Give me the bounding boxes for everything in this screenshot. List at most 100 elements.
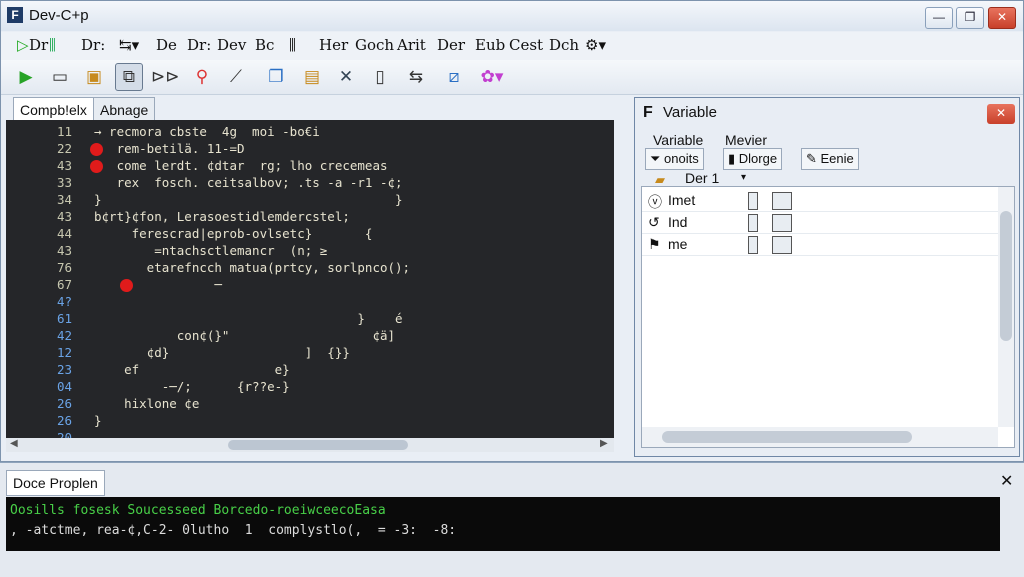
pin-icon[interactable]: ⚲	[189, 64, 215, 90]
dialog-button[interactable]: ▮ Dlorge	[723, 148, 783, 170]
code-line[interactable]: }	[94, 413, 102, 428]
tree-horizontal-scrollbar[interactable]	[642, 427, 998, 447]
code-area[interactable]: → recmora cbste 4g moi -bo€i rem-betilä.…	[90, 120, 610, 440]
save-icon: ▮	[728, 151, 739, 166]
copy-icon[interactable]: ❐	[263, 64, 289, 90]
magic-icon[interactable]: ⟋	[223, 64, 249, 90]
scroll-thumb[interactable]	[228, 440, 408, 450]
line-number: 42	[56, 328, 72, 343]
paste-icon[interactable]: ▤	[299, 64, 325, 90]
line-number: 22	[56, 141, 72, 156]
scroll-left-icon[interactable]: ◀	[10, 438, 18, 449]
tree-row[interactable]: ⓥ Imet	[642, 189, 998, 212]
breakpoint-icon[interactable]	[90, 160, 103, 173]
menu-item-7[interactable]: Her	[319, 36, 348, 54]
pin-icon: ⚑	[648, 236, 661, 252]
variable-window-title: Variable	[663, 104, 717, 121]
minimize-button[interactable]: —	[925, 7, 953, 29]
tree-row[interactable]: ↺ Ind	[642, 211, 998, 234]
line-number: 26	[56, 413, 72, 428]
breakpoint-icon[interactable]	[90, 143, 103, 156]
menu-icon-run[interactable]: ▷	[17, 36, 29, 54]
refresh-icon: ↺	[648, 214, 660, 230]
code-line[interactable]: =ntachsctlemancr (n; ≥	[94, 243, 327, 258]
scroll-right-icon[interactable]: ▶	[600, 438, 608, 449]
menu-bar: ▷ Dr ⫼ Dr: ↹▾ De Dr: Dev Bc ⫼ Her Goch A…	[1, 32, 1023, 60]
code-line[interactable]: etarefncch matua(prtcy, sorlpnco();	[94, 260, 410, 275]
code-line[interactable]: rex fosch. ceitsalbov; .ts -a -r1 -¢;	[94, 175, 403, 190]
menu-icon-swap[interactable]: ↹▾	[119, 36, 139, 54]
new-file-icon[interactable]: ▯	[367, 64, 393, 90]
menu-item-9[interactable]: Arit	[397, 36, 426, 54]
viewer-label: Mevier	[725, 132, 768, 148]
tree-row-label: Imet	[668, 192, 696, 208]
tree-dropdown-icon[interactable]: ▾	[741, 172, 746, 183]
menu-item-12[interactable]: Cest	[509, 36, 543, 54]
tab-compile[interactable]: Compb!elx	[13, 97, 94, 122]
console-line: , -atctme, rea-¢,C-2- 0lutho 1 complystl…	[10, 523, 457, 538]
console-output: Oosills fosesk Soucesseed Borcedo-roeiwc…	[6, 497, 1000, 551]
colors-icon[interactable]: ✿▾	[479, 64, 505, 90]
menu-item-10[interactable]: Der	[437, 36, 465, 54]
menu-item-8[interactable]: Goch	[355, 36, 394, 54]
step-over-icon[interactable]: ⊳⊳	[151, 64, 180, 90]
grid-box	[772, 236, 792, 254]
variable-label: Variable	[653, 132, 704, 148]
menu-item-4[interactable]: Dr:	[187, 36, 211, 54]
menu-item-5[interactable]: Dev	[217, 36, 246, 54]
code-line[interactable]: rem-betilä. 11-=D	[94, 141, 245, 156]
code-line[interactable]: } é	[94, 311, 402, 326]
vertical-scrollbar[interactable]	[998, 187, 1014, 427]
compile-icon[interactable]: ⇆	[403, 64, 429, 90]
vertical-scroll-thumb[interactable]	[1000, 211, 1012, 341]
stop-icon[interactable]: ✕	[333, 64, 359, 90]
info-icon: ⓥ	[648, 194, 662, 210]
code-line[interactable]: ef e}	[94, 362, 290, 377]
close-button[interactable]: ✕	[988, 7, 1016, 29]
open-icon[interactable]: ▣	[81, 64, 107, 90]
debug-window-icon[interactable]: ⧉	[115, 63, 143, 91]
filter-icon: ⏷	[650, 151, 665, 166]
app-icon: F	[7, 7, 23, 23]
bottom-panel: Doce Proplen ✕ Oosills fosesk Soucesseed…	[0, 462, 1024, 577]
tab-manage[interactable]: Abnage	[93, 97, 156, 122]
menu-item-11[interactable]: Eub	[475, 36, 505, 54]
tree-row[interactable]: ⚑ me	[642, 233, 998, 256]
line-number: 11	[56, 124, 72, 139]
breakpoint-icon[interactable]	[120, 279, 133, 292]
code-line[interactable]: come lerdt. ¢dtar rg; lho crecemeas	[94, 158, 388, 173]
panel-close-icon[interactable]: ✕	[1000, 471, 1013, 491]
code-line[interactable]: } }	[94, 192, 403, 207]
settings-dropdown-icon[interactable]: ⚙▾	[585, 36, 606, 54]
code-line[interactable]: hixlone ¢e	[94, 396, 199, 411]
code-line[interactable]: ferescrad|eprob-ovlsetc} {	[94, 226, 373, 241]
tree-scroll-thumb[interactable]	[662, 431, 912, 443]
menu-item-2[interactable]: Dr:	[81, 36, 105, 54]
run-icon[interactable]: ▶	[13, 64, 39, 90]
chart-icon[interactable]: ⧄	[441, 64, 467, 90]
evaluate-button[interactable]: ✎ Eenie	[801, 148, 859, 170]
menu-icon-grid[interactable]: ⫼	[289, 36, 296, 54]
menu-item-1[interactable]: Dr	[29, 36, 48, 54]
code-line[interactable]: -─/; {r??e-}	[94, 379, 290, 394]
tab-problems[interactable]: Doce Proplen	[6, 470, 105, 496]
code-line[interactable]: + ─	[94, 277, 222, 292]
variable-close-button[interactable]: ✕	[987, 104, 1015, 124]
code-line[interactable]: b¢rt}¢fon, Lerasoestidlemdercstel;	[94, 209, 350, 224]
code-editor[interactable]: 11 22 43 33 34 43 44 43 76 67 4? 61 42 12 23 04 26 26 20 →…	[6, 120, 614, 440]
menu-item-13[interactable]: Dch	[549, 36, 579, 54]
code-line[interactable]: con¢(}" ¢ä]	[94, 328, 395, 343]
line-number: 67	[56, 277, 72, 292]
menu-icon-bars[interactable]: ⫼	[49, 36, 56, 54]
editor-horizontal-scrollbar[interactable]: ◀ ▶	[6, 438, 614, 452]
code-line[interactable]: ¢d} ] {}}	[94, 345, 350, 360]
window-icon[interactable]: ▭	[47, 64, 73, 90]
menu-item-3[interactable]: De	[156, 36, 177, 54]
maximize-button[interactable]: ❐	[956, 7, 984, 29]
variable-tree[interactable]: ⓥ Imet ↺ Ind ⚑ me	[641, 186, 1015, 448]
options-button[interactable]: ⏷ onoits	[645, 148, 704, 170]
code-line[interactable]: → recmora cbste 4g moi -bo€i	[94, 124, 320, 139]
toolbar: ▶ ▭ ▣ ⧉ ⊳⊳ ⚲ ⟋ ❐ ▤ ✕ ▯ ⇆ ⧄ ✿▾	[1, 60, 1023, 95]
line-number: 61	[56, 311, 72, 326]
menu-item-6[interactable]: Bc	[255, 36, 274, 54]
